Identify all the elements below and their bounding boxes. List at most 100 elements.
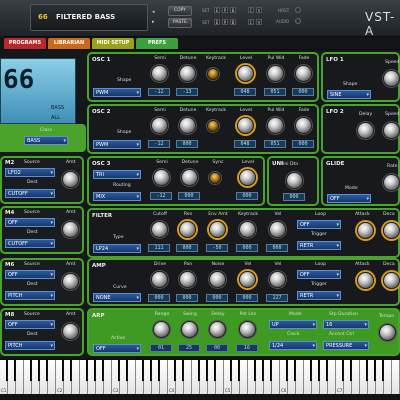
white-key[interactable] [216, 360, 224, 394]
white-key[interactable] [104, 360, 112, 394]
osc1-pul-wid-knob[interactable] [267, 65, 284, 82]
osc2-pul-wid-knob[interactable] [267, 117, 284, 134]
mod-m8-dest-dropdown[interactable]: PITCH [5, 341, 55, 350]
arp-delay-knob[interactable] [209, 321, 226, 338]
tab-prefs[interactable]: PREFS [136, 38, 178, 49]
filter-decay-knob[interactable] [383, 222, 400, 239]
set1-b-button[interactable]: B [230, 7, 236, 13]
amp-vel-knob[interactable] [239, 271, 256, 288]
white-key[interactable] [272, 360, 280, 394]
white-key[interactable] [328, 360, 336, 394]
copy-button[interactable]: COPY [168, 6, 192, 16]
glide-mode-dropdown[interactable]: OFF [327, 194, 371, 203]
filter-keytrack-knob[interactable] [239, 221, 256, 238]
paste-button[interactable]: PASTE [168, 18, 192, 28]
osc1-fade-knob[interactable] [295, 65, 312, 82]
arp-pat-len-knob[interactable] [239, 321, 256, 338]
amp-drive-knob[interactable] [151, 271, 168, 288]
amp-attack-knob[interactable] [357, 272, 374, 289]
mod-m6-source-dropdown[interactable]: OFF [5, 270, 55, 279]
amp-pan-knob[interactable] [179, 271, 196, 288]
program-display[interactable]: 66 FILTERED BASS [30, 4, 148, 31]
arp-accent-dropdown[interactable]: PRESSURE [323, 341, 369, 350]
osc3-sync-knob[interactable] [209, 172, 221, 184]
paste-c-button[interactable]: C [248, 19, 254, 25]
white-key[interactable] [240, 360, 248, 394]
mod-m2-source-dropdown[interactable]: LFO2 [5, 168, 55, 177]
amp-curve-dropdown[interactable]: NONE [93, 293, 141, 302]
tab-programs[interactable]: PROGRAMS [4, 38, 46, 49]
amp-loop-dropdown[interactable]: OFF [297, 270, 341, 279]
lfo2-delay-knob[interactable] [357, 122, 374, 139]
set1-e-button[interactable]: E [214, 7, 220, 13]
lfo1-shape-dropdown[interactable]: SINE [327, 90, 371, 99]
mod-m2-dest-dropdown[interactable]: CUTOFF [5, 189, 55, 198]
class-dropdown[interactable]: BASS [24, 136, 68, 145]
mod-m8-amount-knob[interactable] [62, 323, 79, 340]
arp-tempo-knob[interactable] [379, 324, 396, 341]
amp-vel-knob[interactable] [269, 271, 286, 288]
set2-e-button[interactable]: E [214, 19, 220, 25]
osc1-keytrack-knob[interactable] [207, 68, 219, 80]
osc1-detune-knob[interactable] [179, 65, 196, 82]
filter-vel-knob[interactable] [269, 221, 286, 238]
copy-v-button[interactable]: V [256, 7, 262, 13]
osc2-detune-knob[interactable] [179, 117, 196, 134]
white-key[interactable] [384, 360, 392, 394]
mod-m6-amount-knob[interactable] [62, 273, 79, 290]
white-key[interactable] [16, 360, 24, 394]
lfo2-speed-knob[interactable] [383, 122, 400, 139]
next-arrow-icon[interactable]: ▸ [152, 19, 158, 25]
osc1-semi-knob[interactable] [151, 65, 168, 82]
osc3-routing-dropdown[interactable]: MIX [93, 192, 141, 201]
white-key[interactable] [48, 360, 56, 394]
osc3-detune-knob[interactable] [181, 169, 198, 186]
mod-m2-amount-knob[interactable] [62, 171, 79, 188]
osc2-level-knob[interactable] [237, 117, 254, 134]
amp-trigger-dropdown[interactable]: RETR [297, 291, 341, 300]
tab-midi-setup[interactable]: MIDI SETUP [92, 38, 134, 49]
white-key[interactable] [296, 360, 304, 394]
arp-swing-knob[interactable] [181, 321, 198, 338]
arp-active-dropdown[interactable]: OFF [93, 344, 141, 353]
set2-p-button[interactable]: P [222, 19, 228, 25]
filter-res-knob[interactable] [179, 221, 196, 238]
piano-keyboard[interactable]: C1 C2 C3 C4 C5 C6 C7 [0, 358, 400, 400]
copy-c-button[interactable]: C [248, 7, 254, 13]
amp-noise-knob[interactable] [209, 271, 226, 288]
glide-rate-knob[interactable] [383, 174, 400, 191]
set1-p-button[interactable]: P [222, 7, 228, 13]
white-key[interactable] [392, 360, 400, 394]
arp-step-dropdown[interactable]: 16 [323, 320, 369, 329]
filter-loop-dropdown[interactable]: OFF [297, 220, 341, 229]
prev-arrow-icon[interactable]: ◂ [152, 9, 158, 15]
white-key[interactable] [352, 360, 360, 394]
mod-m8-source-dropdown[interactable]: OFF [5, 320, 55, 329]
paste-v-button[interactable]: V [256, 19, 262, 25]
white-key[interactable] [160, 360, 168, 394]
uni-detune-knob[interactable] [286, 172, 303, 189]
white-key[interactable] [184, 360, 192, 394]
lfo1-speed-knob[interactable] [383, 70, 400, 87]
osc2-keytrack-knob[interactable] [207, 120, 219, 132]
arp-range-knob[interactable] [153, 321, 170, 338]
tab-librarian[interactable]: LIBRARIAN [48, 38, 90, 49]
mod-m6-dest-dropdown[interactable]: PITCH [5, 291, 55, 300]
mod-m4-dest-dropdown[interactable]: CUTOFF [5, 239, 55, 248]
white-key[interactable] [128, 360, 136, 394]
filter-cutoff-knob[interactable] [151, 221, 168, 238]
osc2-shape-dropdown[interactable]: PWM [93, 140, 141, 149]
filter-attack-knob[interactable] [357, 222, 374, 239]
set2-b-button[interactable]: B [230, 19, 236, 25]
arp-clock-dropdown[interactable]: 1/24 [269, 341, 317, 350]
osc3-semi-knob[interactable] [153, 169, 170, 186]
mod-m4-amount-knob[interactable] [62, 221, 79, 238]
filter-env-amt-knob[interactable] [209, 221, 226, 238]
osc3-shape-dropdown[interactable]: TRI [93, 170, 141, 179]
osc1-level-knob[interactable] [237, 65, 254, 82]
osc2-semi-knob[interactable] [151, 117, 168, 134]
osc2-fade-knob[interactable] [295, 117, 312, 134]
white-key[interactable] [72, 360, 80, 394]
mod-m4-source-dropdown[interactable]: OFF [5, 218, 55, 227]
filter-trigger-dropdown[interactable]: RETR [297, 241, 341, 250]
